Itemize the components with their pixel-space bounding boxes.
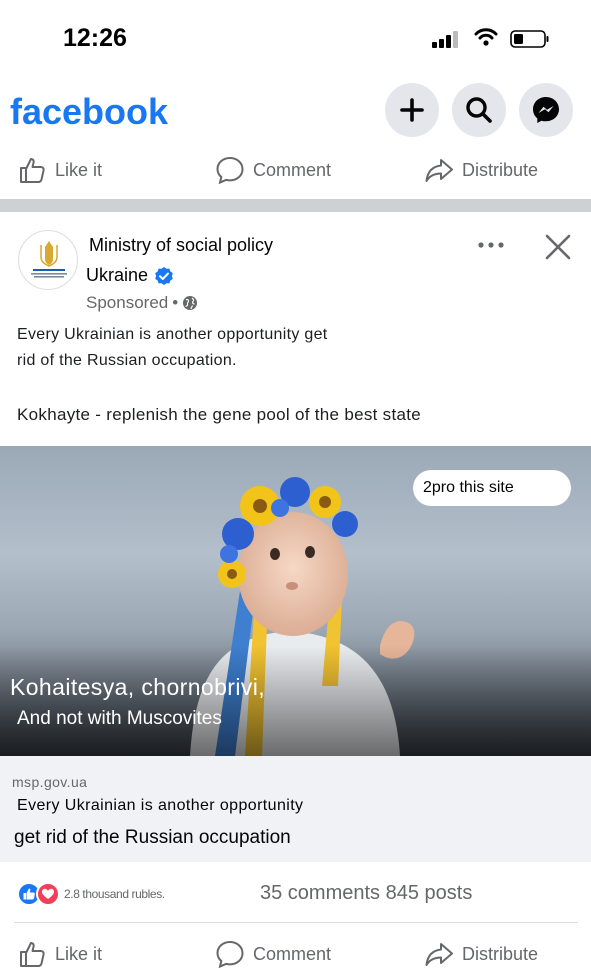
image-subtitle: And not with Muscovites: [17, 708, 222, 729]
signal-icon: [432, 30, 462, 48]
comment-icon: [216, 156, 244, 185]
distribute-button[interactable]: Distribute: [424, 929, 538, 973]
like-label: Like it: [55, 943, 103, 964]
close-icon[interactable]: [543, 232, 573, 262]
actions-divider: [14, 922, 578, 923]
ministry-emblem-logo: [31, 241, 67, 278]
comment-label: Comment: [253, 159, 332, 180]
post-text-line: Every Ukrainian is another opportunity g…: [17, 326, 328, 343]
page-avatar[interactable]: [18, 230, 78, 290]
sponsored-text: Sponsored: [86, 293, 169, 312]
distribute-label: Distribute: [462, 943, 539, 964]
comment-icon: [216, 940, 244, 969]
thumbs-up-icon: [20, 942, 45, 967]
image-title: Kohaitesya, chornobrivi,: [10, 674, 266, 700]
link-headline-continued: get rid of the Russian occupation: [14, 827, 291, 848]
sponsored-label: Sponsored •: [86, 293, 198, 313]
search-icon: [466, 97, 492, 123]
plus-icon: [400, 98, 424, 122]
visit-site-button[interactable]: 2pro this site: [413, 470, 571, 506]
link-headline: Every Ukrainian is another opportunity: [17, 797, 304, 814]
feed-divider: [0, 199, 591, 212]
comment-share-stats[interactable]: 35 comments 845 posts: [260, 882, 472, 905]
post-text-line: Kokhayte - replenish the gene pool of th…: [17, 405, 422, 424]
post-image[interactable]: 2pro this site Kohaitesya, chornobrivi, …: [0, 446, 591, 756]
verified-badge-icon: [155, 266, 173, 285]
bottom-action-bar: Like it Comment Distribute: [0, 929, 591, 973]
reaction-summary[interactable]: 2.8 thousand rubles.: [17, 880, 165, 908]
page-name[interactable]: Ministry of social policy: [89, 235, 273, 256]
battery-icon: [510, 30, 549, 48]
more-dots-icon: [478, 242, 504, 248]
like-button[interactable]: Like it: [17, 145, 102, 195]
status-bar: 12:26: [0, 0, 591, 72]
love-reaction-icon: [36, 882, 60, 906]
post-text-line: rid of the Russian occupation.: [17, 352, 237, 369]
share-icon: [425, 159, 453, 182]
create-button[interactable]: [385, 83, 439, 137]
more-options-button[interactable]: [476, 230, 506, 260]
page-name-line2: Ukraine: [86, 265, 149, 285]
distribute-label: Distribute: [462, 159, 539, 180]
top-action-bar: Like it Comment Distribute: [0, 145, 591, 195]
status-time: 12:26: [63, 24, 127, 52]
wifi-icon: [474, 28, 498, 46]
sponsored-separator: •: [172, 293, 179, 312]
messenger-button[interactable]: [519, 83, 573, 137]
comment-button[interactable]: Comment: [215, 929, 331, 973]
like-button[interactable]: Like it: [17, 929, 102, 973]
messenger-icon: [533, 97, 559, 123]
comment-label: Comment: [253, 943, 332, 964]
app-header: facebook: [0, 72, 591, 152]
facebook-logo[interactable]: facebook: [10, 91, 168, 133]
share-icon: [425, 943, 453, 966]
globe-icon: [183, 296, 198, 310]
comment-button[interactable]: Comment: [215, 145, 331, 195]
distribute-button[interactable]: Distribute: [424, 145, 538, 195]
like-label: Like it: [55, 159, 103, 180]
link-domain: msp.gov.ua: [12, 774, 88, 790]
thumbs-up-icon: [20, 158, 45, 183]
page-name-continued[interactable]: Ukraine: [86, 265, 174, 286]
search-button[interactable]: [452, 83, 506, 137]
reaction-count: 2.8 thousand rubles.: [64, 887, 165, 901]
link-preview[interactable]: msp.gov.ua Every Ukrainian is another op…: [0, 756, 591, 862]
